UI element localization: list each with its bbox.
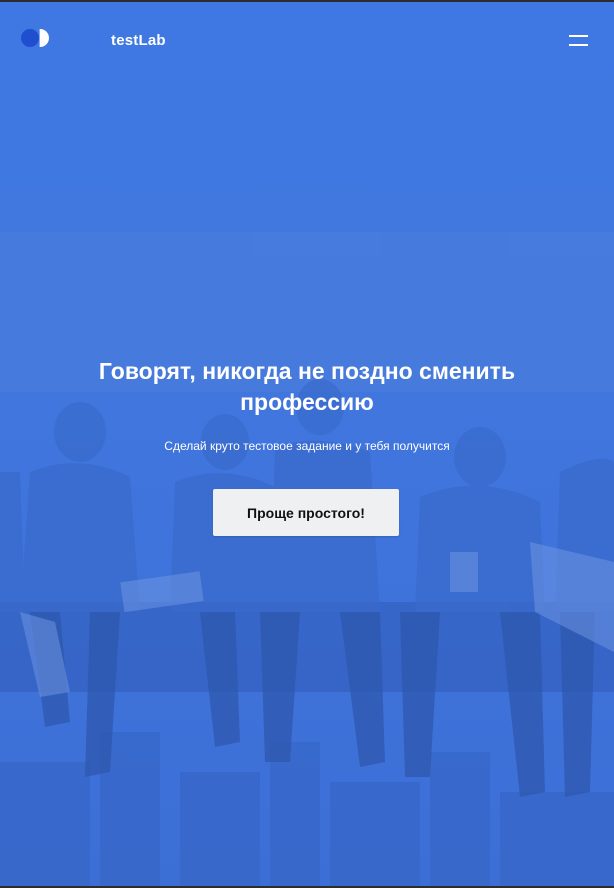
landing-page: testLab Говорят, никогда не поздно смени… (0, 2, 614, 886)
top-navigation: testLab (0, 2, 614, 78)
logo-dot-dark (21, 29, 39, 47)
hero-title: Говорят, никогда не поздно сменить профе… (98, 358, 516, 415)
toggle-logo-icon[interactable] (21, 28, 51, 48)
menu-line-bottom (569, 44, 588, 46)
hero-subtitle: Сделай круто тестовое задание и у тебя п… (164, 439, 450, 453)
brand-name[interactable]: testLab (111, 32, 166, 49)
hamburger-menu-icon[interactable] (569, 35, 588, 47)
menu-line-top (569, 35, 588, 37)
cta-button[interactable]: Проще простого! (213, 489, 399, 536)
hero-section: Говорят, никогда не поздно сменить профе… (0, 356, 614, 454)
